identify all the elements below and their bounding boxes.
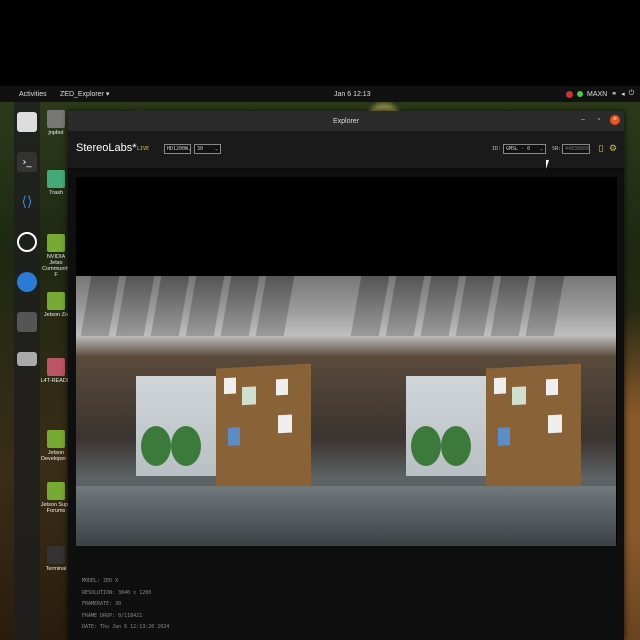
id-label: ID:: [492, 146, 502, 152]
desktop-icon-label: jnpbot: [48, 130, 64, 136]
window-title: Explorer: [332, 117, 360, 125]
left-camera-image: [76, 276, 346, 546]
app-icon[interactable]: [17, 312, 37, 332]
folder-icon: [47, 358, 65, 376]
power-mode-icon: [577, 91, 583, 97]
obs-icon[interactable]: [17, 232, 37, 252]
camera-id-value: GMSL - 0: [506, 146, 531, 152]
frame-drop-info: FRAME DROP: 0/118421: [82, 612, 143, 619]
chevron-down-icon: ⌄: [539, 146, 543, 152]
nvidia-icon[interactable]: [566, 90, 573, 98]
desktop-icon-label: NVIDIA Jetso Community F: [42, 254, 70, 278]
dock: ›_ ⟨⟩: [14, 102, 40, 640]
power-icon[interactable]: ⏻: [629, 90, 635, 98]
minimize-button[interactable]: –: [578, 115, 588, 125]
mouse-cursor: [546, 160, 549, 169]
volume-icon[interactable]: ◂: [621, 90, 625, 98]
toolbar: StereoLabs* LIVE HD1200W ⌄ 30 ⌄ ID: GMSL…: [68, 131, 624, 169]
fps-select[interactable]: 30 ⌄: [194, 144, 221, 154]
right-camera-image: [346, 276, 616, 546]
camera-viewer: [76, 177, 617, 546]
chromium-icon[interactable]: [17, 272, 37, 292]
stereolabs-logo: StereoLabs*: [76, 142, 137, 154]
camera-id-select[interactable]: GMSL - 0 ⌄: [503, 144, 546, 154]
system-tray[interactable]: MAXN ⚭ ◂ ⏻: [566, 90, 634, 98]
fps-value: 30: [197, 146, 204, 152]
settings-gear-icon[interactable]: ⚙: [608, 143, 618, 155]
activities-button[interactable]: Activities: [19, 91, 47, 98]
power-mode-label[interactable]: MAXN: [587, 91, 607, 98]
desktop-icon-label: Jetson Developer Z: [41, 450, 71, 462]
nvidia-icon: [47, 482, 65, 500]
desktop-icon-label: Trash: [49, 190, 63, 196]
sn-label: SN:: [552, 146, 562, 152]
live-badge: LIVE: [137, 146, 150, 152]
chevron-down-icon: ⌄: [214, 146, 218, 152]
record-icon[interactable]: ▯: [596, 143, 606, 155]
resolution-value: HD1200W: [167, 146, 189, 152]
files-icon[interactable]: [17, 112, 37, 132]
resolution-select[interactable]: HD1200W ⌄: [164, 144, 191, 154]
drive-icon[interactable]: [17, 352, 37, 366]
explorer-window: Explorer – ▫ × StereoLabs* LIVE HD1200W …: [68, 111, 624, 640]
serial-number-value: 44838808: [565, 146, 590, 152]
terminal-icon: [47, 546, 65, 564]
terminal-icon[interactable]: ›_: [17, 152, 37, 172]
camera-info-panel: MODEL: ZED X RESOLUTION: 3840 x 1200 FRA…: [82, 576, 169, 634]
nvidia-icon: [47, 430, 65, 448]
top-bar: Activities ZED_Explorer ▾ Jan 6 12:13 MA…: [0, 86, 640, 102]
desktop-icon-label: L4T-READM: [40, 378, 72, 384]
date-info: DATE: Thu Jan 6 12:13:20 2024: [82, 624, 170, 630]
folder-icon: [47, 110, 65, 128]
vscode-icon[interactable]: ⟨⟩: [17, 192, 37, 212]
model-info: MODEL: ZED X: [82, 578, 119, 584]
framerate-info: FRAMERATE: 30: [82, 601, 122, 607]
maximize-button[interactable]: ▫: [594, 115, 604, 125]
clock[interactable]: Jan 6 12:13: [334, 91, 371, 98]
app-menu[interactable]: ZED_Explorer ▾: [60, 90, 109, 98]
close-button[interactable]: ×: [610, 115, 620, 125]
resolution-info: RESOLUTION: 3840 x 1200: [82, 589, 152, 596]
desktop-icon-label: Jetson Zo: [43, 312, 69, 318]
window-titlebar[interactable]: Explorer – ▫ ×: [68, 111, 624, 131]
desktop-icon-label: Jetson Supp Forums: [40, 502, 72, 514]
desktop-icon-label: Terminal: [45, 566, 67, 572]
chevron-down-icon: ⌄: [188, 146, 192, 152]
nvidia-icon: [47, 234, 65, 252]
nvidia-icon: [47, 292, 65, 310]
network-icon[interactable]: ⚭: [611, 90, 617, 98]
serial-number-field: 44838808: [562, 144, 590, 154]
trash-icon: [47, 170, 65, 188]
window-controls: – ▫ ×: [578, 115, 620, 125]
